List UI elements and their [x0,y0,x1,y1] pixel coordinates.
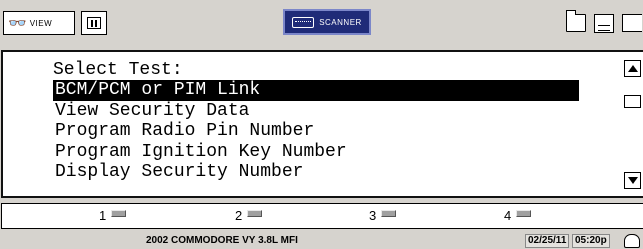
function-key-indicator [516,210,532,217]
view-button[interactable]: 👓 VIEW [3,11,75,35]
folder-icon[interactable] [566,10,586,32]
toolbar: 👓 VIEW SCANNER [0,0,643,46]
function-key-indicator [381,210,397,217]
function-key-label: 2 [235,208,243,223]
test-menu: Select Test: BCM/PCM or PIM Link View Se… [53,60,579,182]
scanner-button-label: SCANNER [319,17,362,27]
function-key-1[interactable]: 1 [99,208,127,223]
status-time: 05:20p [572,234,610,248]
scanner-button[interactable]: SCANNER [283,9,371,35]
pause-button[interactable] [81,11,107,35]
menu-item-display-security-number[interactable]: Display Security Number [53,162,579,182]
view-button-label: VIEW [29,18,53,28]
menu-item-program-ignition-key[interactable]: Program Ignition Key Number [53,142,579,162]
status-date: 02/25/11 [525,234,570,248]
test-menu-panel: Select Test: BCM/PCM or PIM Link View Se… [1,50,643,198]
clock-icon[interactable] [624,234,640,248]
function-key-label: 3 [369,208,377,223]
function-key-indicator [247,210,263,217]
vehicle-description: 2002 COMMODORE VY 3.8L MFI [146,235,298,246]
menu-item-bcm-pcm-pim-link[interactable]: BCM/PCM or PIM Link [53,80,579,101]
menu-item-program-radio-pin[interactable]: Program Radio Pin Number [53,121,579,141]
function-key-label: 1 [99,208,107,223]
print-icon[interactable] [622,14,642,32]
scroll-thumb[interactable] [624,95,641,108]
menu-item-view-security-data[interactable]: View Security Data [53,101,579,121]
pause-icon [87,17,101,29]
scroll-up-button[interactable] [624,60,641,77]
function-key-label: 4 [504,208,512,223]
scroll-down-button[interactable] [624,172,641,189]
function-key-bar: 1 2 3 4 [1,203,643,229]
function-key-4[interactable]: 4 [504,208,532,223]
binoculars-icon: 👓 [8,13,27,32]
document-icon[interactable] [594,14,614,33]
function-key-3[interactable]: 3 [369,208,397,223]
status-bar: 2002 COMMODORE VY 3.8L MFI 02/25/11 05:2… [0,233,643,249]
function-key-2[interactable]: 2 [235,208,263,223]
scanner-icon [292,16,315,28]
menu-title: Select Test: [53,60,183,80]
function-key-indicator [111,210,127,217]
